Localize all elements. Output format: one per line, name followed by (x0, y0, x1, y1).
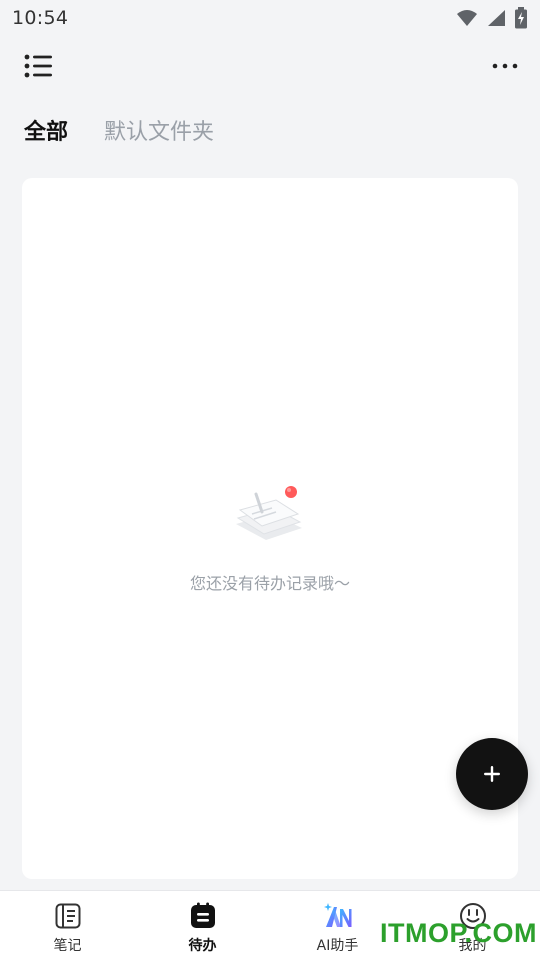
tab-all[interactable]: 全部 (24, 114, 68, 146)
todo-list-card: 您还没有待办记录哦～ (22, 178, 518, 879)
nav-label-todo: 待办 (188, 938, 217, 954)
todo-icon (190, 902, 215, 928)
empty-state-message: 您还没有待办记录哦～ (189, 574, 350, 593)
empty-notes-illustration (236, 486, 302, 540)
nav-label-notes: 笔记 (53, 938, 82, 954)
wifi-icon (457, 10, 477, 26)
nav-item-notes[interactable]: 笔记 (0, 891, 135, 960)
add-todo-button[interactable] (456, 738, 528, 810)
status-time: 10:54 (12, 7, 69, 29)
menu-button[interactable] (22, 50, 56, 82)
ai-assistant-icon (323, 903, 351, 927)
notebook-icon (55, 903, 80, 929)
watermark: ITMOP.COM (380, 918, 538, 948)
battery-charging-icon (515, 7, 527, 29)
top-bar (0, 44, 540, 88)
empty-state: 您还没有待办记录哦～ (22, 484, 518, 594)
folder-tabs: 全部 默认文件夹 (24, 110, 214, 150)
status-bar: 10:54 (0, 0, 540, 36)
plus-icon (484, 766, 500, 782)
nav-item-todo[interactable]: 待办 (135, 891, 270, 960)
list-menu-icon (24, 54, 52, 78)
tab-default-folder[interactable]: 默认文件夹 (104, 114, 214, 146)
signal-icon (488, 10, 505, 26)
more-options-button[interactable] (490, 52, 520, 80)
status-icons (456, 7, 528, 29)
nav-label-ai-assistant: AI助手 (316, 938, 359, 954)
more-horizontal-icon (492, 63, 518, 69)
